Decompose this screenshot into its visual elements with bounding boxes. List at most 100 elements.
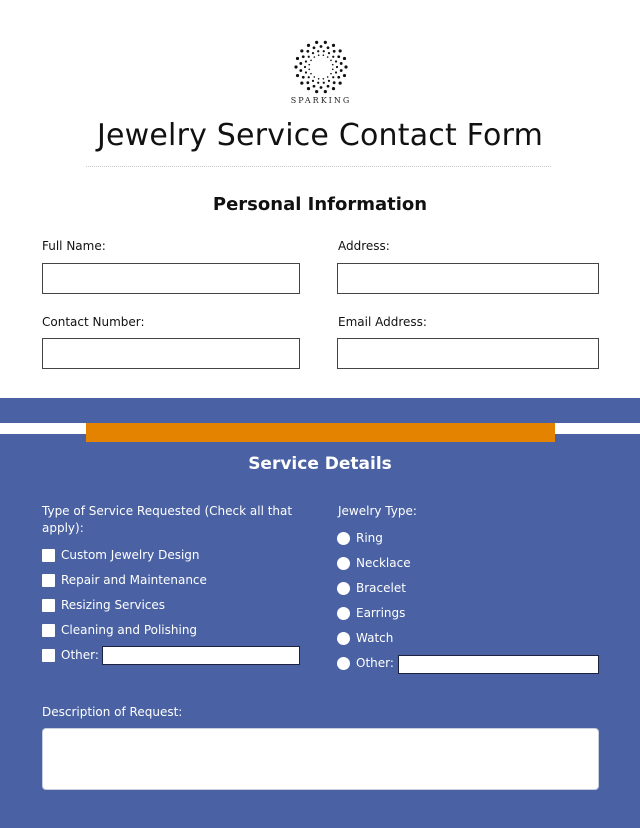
logo-dot [315, 40, 319, 44]
logo-dot [332, 81, 336, 85]
logo-dot [319, 86, 323, 89]
option-label: Bracelet [356, 581, 406, 595]
logo-dot [306, 81, 310, 85]
logo-dot [334, 60, 338, 63]
logo-dot [332, 49, 336, 53]
logo-dot [294, 65, 298, 69]
address-input[interactable] [337, 263, 599, 294]
logo-dot [311, 79, 315, 82]
jewelry-option-necklace[interactable]: Necklace [337, 556, 411, 570]
jewelry-type-label: Jewelry Type: [338, 504, 417, 518]
page-title: Jewelry Service Contact Form [96, 118, 544, 153]
logo-dot [331, 68, 334, 71]
logo-dot [315, 90, 319, 94]
logo-dot [331, 63, 334, 66]
logo-dot [342, 56, 347, 61]
full-name-input[interactable] [42, 263, 300, 294]
radio-button[interactable] [337, 606, 350, 620]
logo-dot [330, 72, 332, 75]
option-label: Earrings [356, 606, 406, 620]
service-details-heading: Service Details [248, 454, 392, 474]
checkbox[interactable] [42, 623, 55, 637]
logo-dot [327, 79, 331, 82]
logo-dot [323, 40, 327, 44]
logo-dot [327, 52, 331, 55]
jewelry-option-bracelet[interactable]: Bracelet [337, 581, 406, 595]
logo-dot [326, 56, 329, 58]
brand-logo: SPARKING [290, 40, 352, 106]
logo-dot [310, 72, 312, 75]
service-other-input[interactable] [102, 646, 300, 665]
logo-dot [307, 76, 310, 79]
logo-dot [308, 68, 311, 71]
logo-dot [313, 56, 316, 58]
checkbox[interactable] [42, 548, 55, 562]
logo-dot [331, 87, 336, 91]
logo-dot [332, 55, 335, 58]
logo-dot [317, 81, 320, 84]
option-label: Cleaning and Polishing [61, 623, 198, 637]
logo-dot [331, 43, 336, 47]
jewelry-option-ring[interactable]: Ring [337, 531, 383, 545]
logo-dot [344, 65, 348, 69]
logo-dot [326, 84, 330, 88]
logo-dot [312, 46, 316, 50]
logo-dot [303, 65, 307, 69]
option-label: Custom Jewelry Design [61, 548, 200, 562]
logo-dot [310, 59, 312, 62]
service-option-other[interactable]: Other: [42, 648, 99, 662]
radio-button[interactable] [337, 556, 350, 570]
logo-dot [300, 81, 304, 85]
service-option-repair[interactable]: Repair and Maintenance [42, 573, 207, 587]
logo-dot [307, 55, 310, 58]
logo-dot [306, 49, 310, 53]
logo-dot [306, 43, 311, 47]
logo-dot [322, 54, 325, 57]
orange-accent-bar [86, 423, 555, 442]
radio-button[interactable] [337, 631, 350, 645]
service-option-cleaning[interactable]: Cleaning and Polishing [42, 623, 197, 637]
checkbox[interactable] [42, 598, 55, 612]
logo-dot [337, 55, 341, 59]
logo-dot [299, 62, 303, 65]
radio-button[interactable] [337, 531, 350, 545]
logo-dot [326, 76, 329, 78]
personal-info-heading: Personal Information [212, 194, 428, 215]
option-label: Other: [61, 648, 99, 662]
contact-number-label: Contact Number: [42, 315, 145, 329]
logo-dot [313, 76, 316, 78]
contact-number-input[interactable] [42, 338, 300, 369]
service-option-resizing[interactable]: Resizing Services [42, 598, 165, 612]
logo-dot [317, 77, 320, 80]
checkbox[interactable] [42, 573, 55, 587]
email-address-input[interactable] [337, 338, 599, 369]
option-label: Necklace [356, 556, 411, 570]
checkbox[interactable] [42, 648, 55, 662]
jewelry-option-earrings[interactable]: Earrings [337, 606, 405, 620]
logo-dot [326, 46, 330, 50]
jewelry-other-input[interactable] [398, 655, 599, 674]
radio-button[interactable] [337, 656, 350, 670]
logo-dot [339, 62, 343, 65]
logo-dot [338, 81, 342, 85]
sparkle-dot-circle-icon [294, 40, 348, 94]
logo-dot [322, 77, 325, 80]
logo-dot [322, 50, 325, 53]
service-option-custom-design[interactable]: Custom Jewelry Design [42, 548, 200, 562]
logo-dot [337, 75, 341, 79]
logo-dot [317, 50, 320, 53]
full-name-label: Full Name: [42, 239, 106, 253]
description-textarea[interactable] [42, 728, 599, 790]
logo-dot [332, 76, 335, 79]
logo-dot [322, 81, 325, 84]
description-label: Description of Request: [42, 705, 183, 719]
logo-dot [308, 63, 311, 66]
jewelry-option-other[interactable]: Other: [337, 656, 394, 670]
option-label: Watch [356, 631, 394, 645]
jewelry-option-watch[interactable]: Watch [337, 631, 393, 645]
logo-dot [323, 90, 327, 94]
radio-button[interactable] [337, 581, 350, 595]
brand-name: SPARKING [290, 96, 352, 105]
logo-dot [335, 65, 339, 69]
address-label: Address: [338, 239, 390, 253]
